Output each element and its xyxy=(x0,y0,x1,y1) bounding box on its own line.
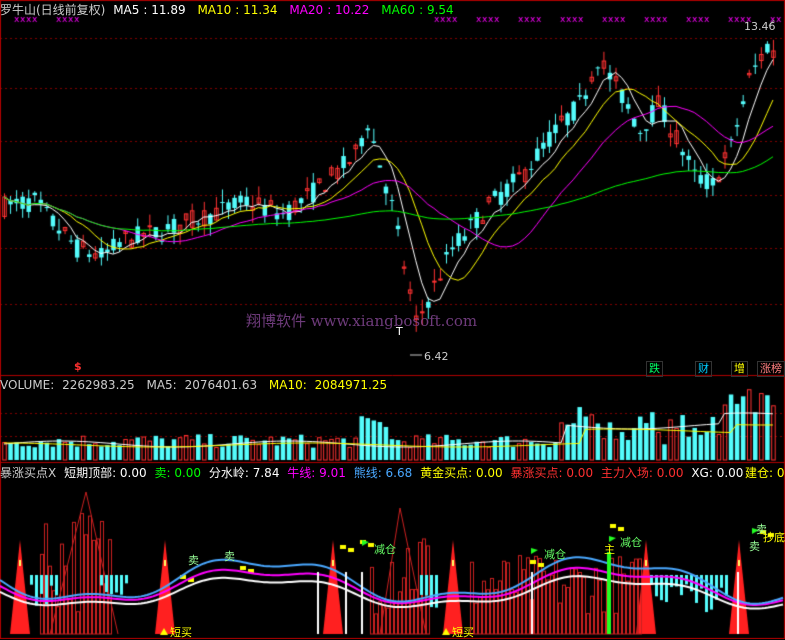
price-header: 罗牛山(日线前复权) MA5: 11.89 MA10: 11.34 MA20: … xyxy=(0,2,462,18)
indicator-header: 暴涨买点X 短期顶部: 0.00 卖: 0.00 分水岭: 7.84 牛线: 9… xyxy=(0,465,747,481)
signal-shortbuy-2: 短买 xyxy=(452,626,474,639)
signal-sell-4: 卖 xyxy=(749,540,760,553)
ind-xg: XG: 0.00 xyxy=(691,466,744,480)
tag-zeng[interactable]: 增 xyxy=(731,361,748,377)
ma60-label: MA60: 9.54 xyxy=(381,3,454,17)
ind-huangjin: 黄金买点: 0.00 xyxy=(420,466,503,480)
ind-xiongxian: 熊线: 6.68 xyxy=(353,466,413,480)
ma10-label: MA10: 11.34 xyxy=(197,3,278,17)
high-price-label: 13.46 xyxy=(744,20,776,33)
ind-duanqi: 短期顶部: 0.00 xyxy=(64,466,147,480)
tag-cai[interactable]: 财 xyxy=(695,361,712,377)
ind-baozhang: 暴涨买点: 0.00 xyxy=(510,466,594,480)
volume-header: VOLUME: 2262983.25 MA5: 2076401.63 MA10:… xyxy=(0,377,395,393)
signal-zhu: 主 xyxy=(604,543,615,556)
stock-title: 罗牛山(日线前复权) xyxy=(0,3,106,17)
signal-reduce-2: 减仓 xyxy=(544,548,566,561)
low-price-label: 6.42 xyxy=(424,350,449,363)
volume-ma5: MA5: 2076401.63 xyxy=(146,378,258,392)
ind-zhuli: 主力入场: 0.00 xyxy=(600,466,684,480)
volume-ma10: MA10: 2084971.25 xyxy=(268,378,388,392)
dollar-marker: $ xyxy=(74,360,82,373)
signal-shortbuy-1: 短买 xyxy=(170,626,192,639)
ind-niuxian: 牛线: 9.01 xyxy=(287,466,346,480)
signal-reduce-3: 减仓 xyxy=(620,536,642,549)
signal-reduce-1: 减仓 xyxy=(374,543,396,556)
ind-jiancang: 建仓: 0. xyxy=(745,466,785,480)
signal-chaodi: 抄底 xyxy=(763,531,785,544)
ma5-label: MA5: 11.89 xyxy=(113,3,186,17)
tag-die[interactable]: 跌 xyxy=(646,361,663,377)
volume-label: VOLUME: 2262983.25 xyxy=(0,378,135,392)
ind-fenshuiling: 分水岭: 7.84 xyxy=(208,466,280,480)
signal-sell-1: 卖 xyxy=(188,554,199,567)
ind-mai: 卖: 0.00 xyxy=(154,466,202,480)
watermark: 翔博软件 www.xiangbosoft.com xyxy=(246,312,478,330)
tag-zhangbang[interactable]: 涨榜 xyxy=(757,361,785,377)
signal-sell-2: 卖 xyxy=(224,550,235,563)
ma20-label: MA20: 10.22 xyxy=(289,3,370,17)
ind-baozhang-x: 暴涨买点X xyxy=(0,466,57,480)
